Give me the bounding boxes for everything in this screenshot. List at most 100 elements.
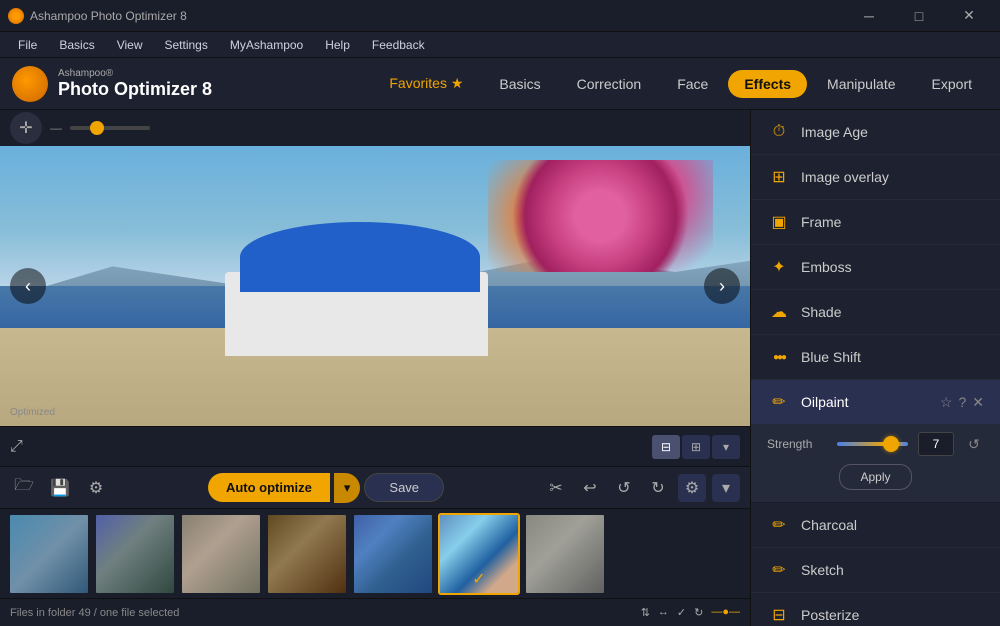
image-area: ✛ — Optimized <box>0 110 750 626</box>
effect-emboss[interactable]: ✦ Emboss <box>751 245 1000 290</box>
sort-icon[interactable]: ⇅ <box>641 606 650 619</box>
effect-charcoal-label: Charcoal <box>801 517 857 533</box>
filmstrip-thumb-3[interactable] <box>180 513 262 595</box>
rotate-right-icon[interactable]: ↻ <box>644 474 672 502</box>
filmstrip-thumb-7[interactable] <box>524 513 606 595</box>
effect-oilpaint[interactable]: ✏ Oilpaint ☆ ? ✕ <box>751 380 1000 424</box>
nav-tabs: Favorites ★ Basics Correction Face Effec… <box>373 69 988 98</box>
effect-posterize[interactable]: ⊟ Posterize <box>751 593 1000 626</box>
filmstrip-thumb-1[interactable] <box>8 513 90 595</box>
close-button[interactable]: ✕ <box>946 0 992 32</box>
refresh-icon[interactable]: ↻ <box>694 606 703 619</box>
prev-image-button[interactable]: ‹ <box>10 268 46 304</box>
strength-control: Strength 7 ↺ <box>767 432 984 456</box>
strength-slider[interactable] <box>837 442 908 446</box>
zoom-min-label: — <box>50 121 62 135</box>
slider-icon: —●— <box>711 606 740 619</box>
expand-icon[interactable]: ⤢ <box>10 438 23 456</box>
menu-view[interactable]: View <box>107 36 153 54</box>
logo-text: Ashampoo® Photo Optimizer 8 <box>58 68 212 100</box>
zoom-slider[interactable] <box>70 126 150 130</box>
check-icon[interactable]: ✓ <box>677 606 686 619</box>
save-as-icon[interactable]: 💾 <box>46 474 74 502</box>
frame-icon: ▣ <box>767 210 791 234</box>
menu-help[interactable]: Help <box>315 36 360 54</box>
logo-brand: Ashampoo® <box>58 68 212 79</box>
open-icon[interactable]: 🗁 <box>10 474 38 502</box>
menu-file[interactable]: File <box>8 36 47 54</box>
resize-icon[interactable]: ↔ <box>658 606 669 619</box>
single-view-button[interactable]: ⊟ <box>652 435 680 459</box>
zoom-thumb[interactable] <box>90 121 104 135</box>
auto-optimize-arrow[interactable]: ▾ <box>334 473 361 503</box>
undo-icon[interactable]: ↩ <box>576 474 604 502</box>
view-toggle: ⊟ ⊞ ▾ <box>652 435 740 459</box>
apply-button[interactable]: Apply <box>839 464 911 490</box>
strength-reset-button[interactable]: ↺ <box>964 434 984 454</box>
effect-shade[interactable]: ☁ Shade <box>751 290 1000 335</box>
filmstrip-thumb-5[interactable] <box>352 513 434 595</box>
menu-basics[interactable]: Basics <box>49 36 104 54</box>
strength-slider-thumb[interactable] <box>883 436 899 452</box>
filmstrip-thumb-2[interactable] <box>94 513 176 595</box>
crop-icon[interactable]: ✂ <box>542 474 570 502</box>
effect-frame[interactable]: ▣ Frame <box>751 200 1000 245</box>
effect-oilpaint-panel: ✏ Oilpaint ☆ ? ✕ Strength 7 ↺ Apply <box>751 380 1000 503</box>
menu-feedback[interactable]: Feedback <box>362 36 435 54</box>
effect-shade-label: Shade <box>801 304 841 320</box>
main-image: Optimized <box>0 146 750 426</box>
window-controls: ─ □ ✕ <box>846 0 992 32</box>
titlebar-left: Ashampoo Photo Optimizer 8 <box>8 8 187 24</box>
tab-manipulate[interactable]: Manipulate <box>811 70 912 98</box>
tab-face[interactable]: Face <box>661 70 724 98</box>
oilpaint-action-icons: ☆ ? ✕ <box>940 394 984 411</box>
effect-sketch-label: Sketch <box>801 562 844 578</box>
tab-export[interactable]: Export <box>916 70 988 98</box>
filmstrip-thumb-4[interactable] <box>266 513 348 595</box>
pan-control[interactable]: ✛ <box>10 112 42 144</box>
maximize-button[interactable]: □ <box>896 0 942 32</box>
status-text: Files in folder 49 / one file selected <box>10 607 179 619</box>
edit-icon[interactable]: ⚙ <box>82 474 110 502</box>
more-options-icon[interactable]: ▾ <box>712 474 740 502</box>
tab-correction[interactable]: Correction <box>561 70 658 98</box>
app-title: Ashampoo Photo Optimizer 8 <box>30 9 187 23</box>
settings-icon[interactable]: ⚙ <box>678 474 706 502</box>
oilpaint-controls: Strength 7 ↺ Apply <box>751 424 1000 502</box>
header: Ashampoo® Photo Optimizer 8 Favorites ★ … <box>0 58 1000 110</box>
effect-blue-shift-label: Blue Shift <box>801 349 861 365</box>
emboss-icon: ✦ <box>767 255 791 279</box>
tab-basics[interactable]: Basics <box>483 70 556 98</box>
oilpaint-close-icon[interactable]: ✕ <box>972 394 984 411</box>
effect-blue-shift[interactable]: ●●● Blue Shift <box>751 335 1000 380</box>
effect-image-age-label: Image Age <box>801 124 868 140</box>
rotate-left-icon[interactable]: ↺ <box>610 474 638 502</box>
action-bar: 🗁 💾 ⚙ Auto optimize ▾ Save ✂ ↩ ↺ ↻ ⚙ ▾ <box>0 466 750 508</box>
save-button[interactable]: Save <box>364 473 444 502</box>
oilpaint-favorite-icon[interactable]: ☆ <box>940 394 953 411</box>
effect-image-overlay[interactable]: ⊞ Image overlay <box>751 155 1000 200</box>
filmstrip-thumb-6[interactable]: ✓ <box>438 513 520 595</box>
effects-panel: ⏱ Image Age ⊞ Image overlay ▣ Frame ✦ Em… <box>750 110 1000 626</box>
app-logo <box>12 66 48 102</box>
auto-optimize-button[interactable]: Auto optimize <box>208 473 330 502</box>
shade-icon: ☁ <box>767 300 791 324</box>
menu-settings[interactable]: Settings <box>154 36 217 54</box>
menu-myashampoo[interactable]: MyAshampoo <box>220 36 313 54</box>
effect-charcoal[interactable]: ✏ Charcoal <box>751 503 1000 548</box>
minimize-button[interactable]: ─ <box>846 0 892 32</box>
tab-effects[interactable]: Effects <box>728 70 807 98</box>
split-view-button[interactable]: ⊞ <box>682 435 710 459</box>
strength-value[interactable]: 7 <box>918 432 954 456</box>
next-image-button[interactable]: › <box>704 268 740 304</box>
tab-favorites[interactable]: Favorites ★ <box>373 69 479 98</box>
church-dome <box>240 222 480 292</box>
options-arrow[interactable]: ▾ <box>712 435 740 459</box>
effect-sketch[interactable]: ✏ Sketch <box>751 548 1000 593</box>
statusbar-icons: ⇅ ↔ ✓ ↻ —●— <box>641 606 740 619</box>
charcoal-icon: ✏ <box>767 513 791 537</box>
effect-emboss-label: Emboss <box>801 259 852 275</box>
effect-frame-label: Frame <box>801 214 841 230</box>
effect-image-age[interactable]: ⏱ Image Age <box>751 110 1000 155</box>
oilpaint-help-icon[interactable]: ? <box>958 394 966 411</box>
